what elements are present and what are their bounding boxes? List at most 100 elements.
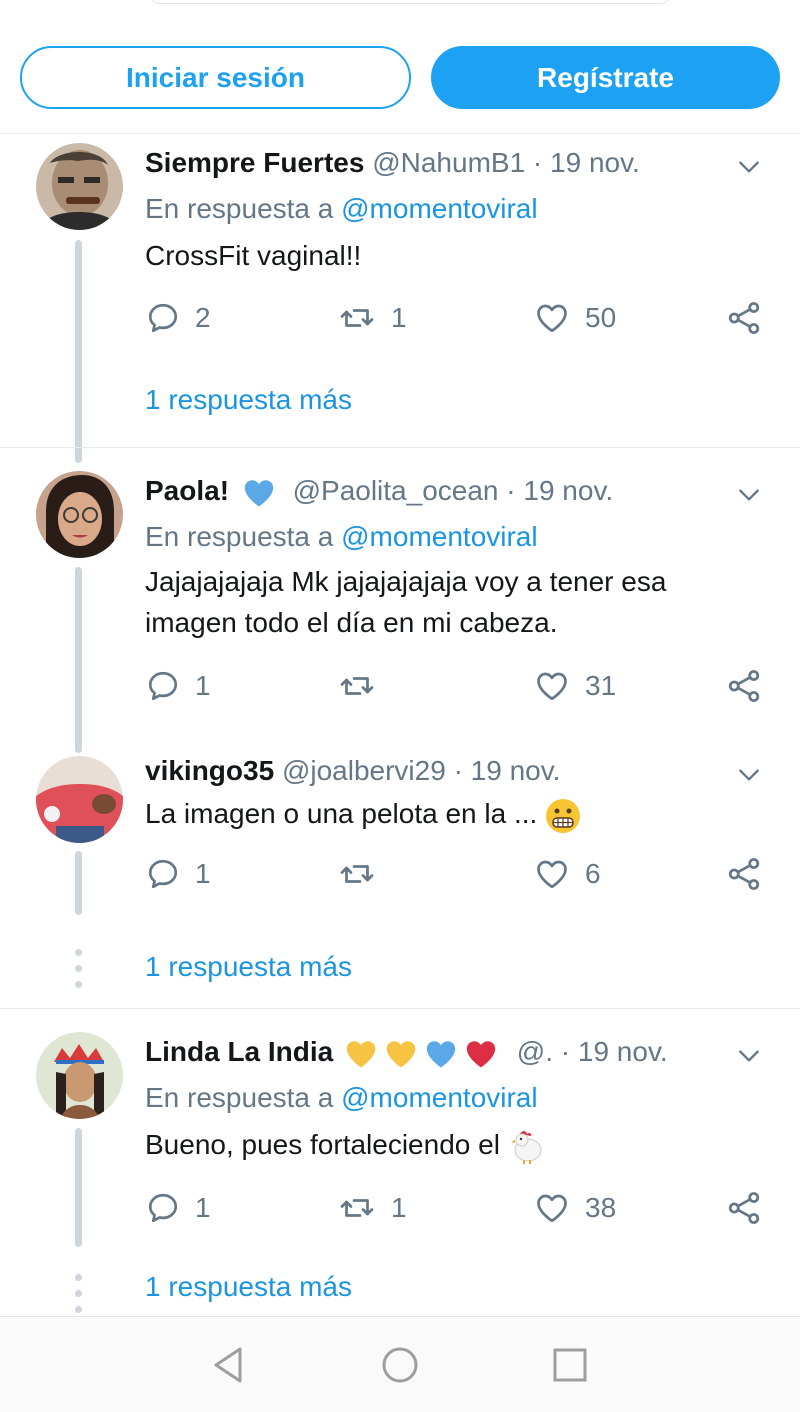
signup-button[interactable]: Regístrate (431, 46, 780, 109)
tweet-actions: 2 1 50 (145, 298, 765, 338)
tweet-date[interactable]: · 19 nov. (561, 1036, 668, 1067)
retweet-button[interactable] (337, 666, 391, 706)
thread-line (75, 1128, 82, 1247)
display-name[interactable]: Paola! (145, 475, 229, 506)
grimacing-face-icon (546, 798, 581, 833)
tweet-text: CrossFit vaginal!! (145, 240, 362, 271)
user-handle[interactable]: @joalbervi29 (282, 755, 446, 786)
chevron-down-icon[interactable] (736, 154, 762, 180)
like-button[interactable]: 6 (533, 854, 601, 894)
avatar[interactable] (36, 1032, 123, 1119)
recents-icon[interactable] (550, 1345, 590, 1385)
like-icon (533, 856, 571, 892)
more-replies-dots (75, 1274, 82, 1322)
like-button[interactable]: 31 (533, 666, 616, 706)
display-name[interactable]: Siempre Fuertes (145, 147, 364, 178)
reply-to-link[interactable]: @momentoviral (341, 193, 537, 224)
tweet[interactable]: Paola! @Paolita_ocean · 19 nov. En respu… (0, 447, 800, 753)
tweet-date[interactable]: · 19 nov. (454, 755, 561, 786)
share-button[interactable] (725, 854, 763, 894)
yellow-heart-icon (343, 1037, 379, 1071)
tweet[interactable]: Siempre Fuertes @NahumB1 · 19 nov. En re… (0, 134, 800, 463)
tweet-text-line: imagen todo el día en mi cabeza. (145, 607, 558, 638)
reply-button[interactable]: 1 (145, 854, 211, 894)
user-handle[interactable]: @NahumB1 (372, 147, 525, 178)
reply-count: 1 (195, 1192, 211, 1223)
tweet-text: Jajajajajaja Mk jajajajajaja voy a tener… (145, 561, 765, 643)
avatar[interactable] (36, 471, 123, 558)
avatar[interactable] (36, 143, 123, 230)
retweet-icon (337, 300, 377, 336)
like-icon (533, 1190, 571, 1226)
thread-line (75, 567, 82, 753)
tweet-text-content: La imagen o una pelota en la ... (145, 798, 538, 829)
tweet-date[interactable]: · 19 nov. (506, 475, 613, 506)
reply-icon (145, 856, 181, 892)
user-handle[interactable]: @Paolita_ocean (293, 475, 499, 506)
like-button[interactable]: 50 (533, 298, 616, 338)
reply-count: 1 (195, 858, 211, 889)
reply-button[interactable]: 2 (145, 298, 211, 338)
like-count: 50 (585, 302, 617, 333)
more-replies-link[interactable]: 1 respuesta más (145, 951, 352, 983)
login-button[interactable]: Iniciar sesión (20, 46, 411, 109)
more-replies-link[interactable]: 1 respuesta más (145, 384, 352, 416)
tweet-actions: 1 6 (145, 854, 765, 894)
share-button[interactable] (725, 666, 763, 706)
yellow-heart-icon (383, 1037, 419, 1071)
retweet-button[interactable]: 1 (337, 298, 407, 338)
tweet-date[interactable]: · 19 nov. (533, 147, 640, 178)
reply-button[interactable]: 1 (145, 666, 211, 706)
avatar[interactable] (36, 756, 123, 843)
tweet[interactable]: vikingo35 @joalbervi29 · 19 nov. La imag… (0, 727, 800, 1008)
retweet-icon (337, 856, 377, 892)
red-heart-icon (463, 1037, 499, 1071)
tweet-text: La imagen o una pelota en la ... (145, 793, 765, 834)
reply-to-link[interactable]: @momentoviral (341, 1082, 537, 1113)
reply-prefix: En respuesta a (145, 193, 334, 224)
like-icon (533, 300, 571, 336)
chevron-down-icon[interactable] (736, 482, 762, 508)
reply-button[interactable]: 1 (145, 1188, 211, 1228)
tweet-text-line: Jajajajajaja Mk jajajajajaja voy a tener… (145, 566, 667, 597)
tweet-text-content: Bueno, pues fortaleciendo el (145, 1129, 500, 1160)
chevron-down-icon[interactable] (736, 1043, 762, 1069)
share-button[interactable] (725, 1188, 763, 1228)
retweet-count: 1 (391, 302, 407, 333)
share-icon (725, 300, 763, 336)
share-icon (725, 1190, 763, 1226)
reply-icon (145, 668, 181, 704)
like-count: 6 (585, 858, 601, 889)
reply-prefix: En respuesta a (145, 1082, 334, 1113)
retweet-count: 1 (391, 1192, 407, 1223)
reply-to-link[interactable]: @momentoviral (341, 521, 537, 552)
tweet-actions: 1 1 38 (145, 1188, 765, 1228)
blue-heart-icon (241, 476, 277, 510)
home-icon[interactable] (380, 1345, 420, 1385)
like-count: 31 (585, 670, 617, 701)
blue-heart-icon (423, 1037, 459, 1071)
reply-prefix: En respuesta a (145, 521, 334, 552)
user-handle[interactable]: @. (517, 1036, 553, 1067)
back-icon[interactable] (210, 1345, 250, 1385)
display-name[interactable]: vikingo35 (145, 755, 274, 786)
retweet-button[interactable] (337, 854, 391, 894)
tweet-actions: 1 31 (145, 666, 765, 706)
reply-icon (145, 1190, 181, 1226)
more-replies-link[interactable]: 1 respuesta más (145, 1271, 352, 1303)
search-field-edge (150, 0, 670, 4)
chevron-down-icon[interactable] (736, 762, 762, 788)
top-bar: Iniciar sesión Regístrate (0, 0, 800, 134)
display-name[interactable]: Linda La India (145, 1036, 333, 1067)
share-button[interactable] (725, 298, 763, 338)
thread-line (75, 851, 82, 915)
reply-icon (145, 300, 181, 336)
like-button[interactable]: 38 (533, 1188, 616, 1228)
retweet-button[interactable]: 1 (337, 1188, 407, 1228)
more-replies-dots (75, 949, 82, 997)
share-icon (725, 668, 763, 704)
like-count: 38 (585, 1192, 617, 1223)
retweet-icon (337, 1190, 377, 1226)
reply-count: 2 (195, 302, 211, 333)
tweet[interactable]: Linda La India @. · 19 nov. En respuesta… (0, 1008, 800, 1318)
